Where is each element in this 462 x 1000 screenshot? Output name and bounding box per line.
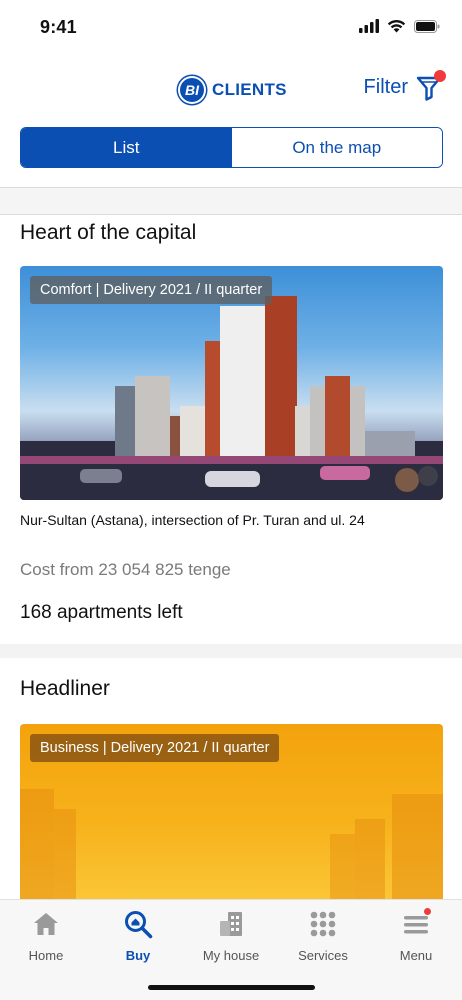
listing-cost: Cost from 23 054 825 tenge: [20, 560, 231, 579]
wifi-icon: [387, 19, 406, 33]
tab-list[interactable]: List: [21, 128, 232, 167]
card-separator: [0, 644, 462, 658]
home-indicator: [148, 985, 315, 990]
tab-label: My house: [202, 948, 260, 963]
menu-icon: [400, 908, 432, 940]
signal-icon: [359, 19, 379, 33]
logo-badge: BI: [178, 76, 206, 104]
tab-my-house[interactable]: My house: [185, 908, 277, 968]
tab-label: Buy: [125, 948, 151, 963]
listing-title: Heart of the capital: [20, 221, 197, 244]
bi-clients-logo: BI CLIENTS: [178, 76, 287, 104]
listing-address: Nur-Sultan (Astana), intersection of Pr.…: [20, 512, 365, 528]
listing-apartments-left: 168 apartments left: [20, 602, 183, 623]
filter-label: Filter: [363, 75, 408, 98]
tab-buy[interactable]: Buy: [92, 908, 184, 968]
funnel-icon: [416, 70, 446, 102]
tab-label: Menu: [399, 948, 433, 963]
tab-on-the-map[interactable]: On the map: [231, 128, 442, 167]
tab-menu[interactable]: Menu: [370, 908, 462, 968]
tab-label: Services: [298, 948, 348, 963]
view-toggle: List On the map: [20, 127, 443, 168]
search-icon: [122, 908, 154, 940]
listing-card[interactable]: Heart of the capital Comfort | Delivery …: [0, 216, 462, 644]
listing-title: Headliner: [20, 677, 110, 700]
tab-home[interactable]: Home: [0, 908, 92, 968]
tab-services[interactable]: Services: [277, 908, 369, 968]
listing-card[interactable]: Headliner Business | Delivery 2021 / II …: [0, 658, 462, 904]
listing-photo[interactable]: Comfort | Delivery 2021 / II quarter: [20, 266, 443, 500]
status-bar: 9:41: [0, 0, 462, 56]
listing-photo[interactable]: Business | Delivery 2021 / II quarter: [20, 724, 443, 904]
tab-label: Home: [28, 948, 64, 963]
status-time: 9:41: [40, 17, 77, 37]
section-divider: [0, 187, 462, 215]
app-header: BI CLIENTS Filter: [0, 56, 462, 122]
filter-notification-dot: [434, 70, 446, 82]
filter-button[interactable]: Filter: [363, 70, 446, 102]
building-icon: [215, 908, 247, 940]
listing-badge: Comfort | Delivery 2021 / II quarter: [30, 276, 273, 304]
status-icons: [359, 19, 440, 33]
menu-notification-dot: [424, 908, 431, 915]
logo-text: CLIENTS: [212, 80, 287, 99]
battery-icon: [414, 19, 440, 33]
grid-icon: [307, 908, 339, 940]
listing-badge: Business | Delivery 2021 / II quarter: [30, 734, 280, 762]
home-icon: [30, 908, 62, 940]
